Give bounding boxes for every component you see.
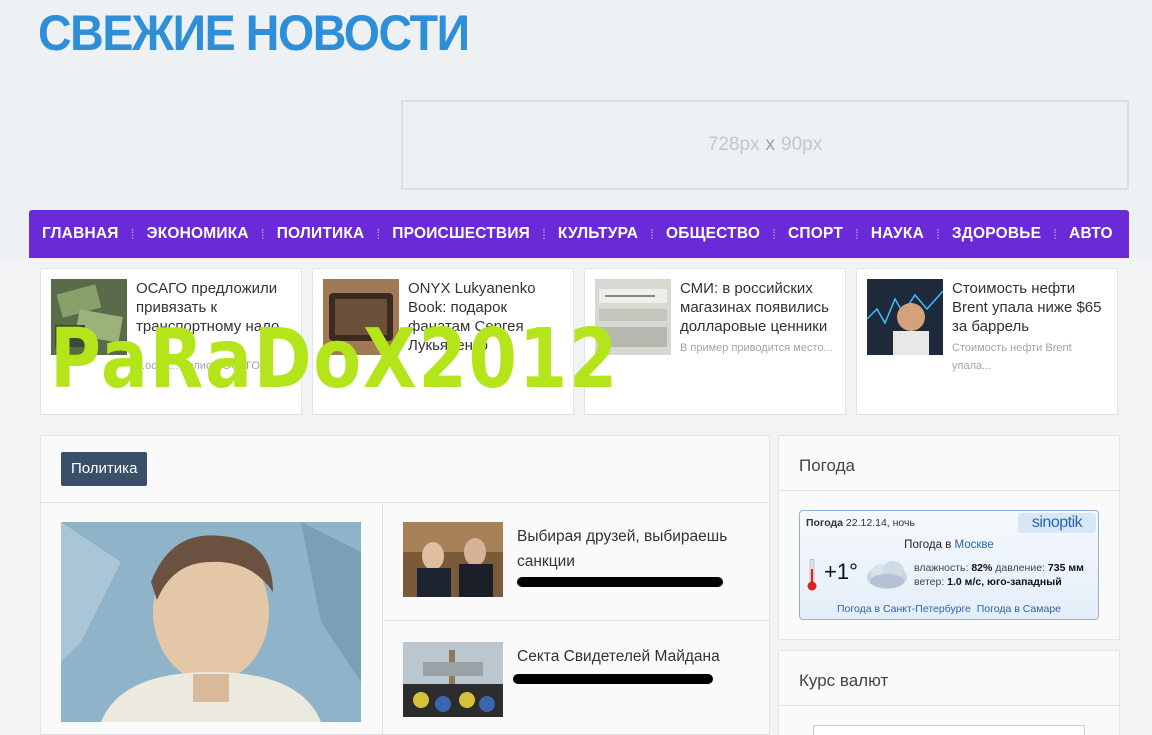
nav-item-health[interactable]: ЗДОРОВЬЕ (952, 225, 1041, 243)
nav-separator: ⁞ (935, 226, 940, 242)
nav-item-auto[interactable]: АВТО (1069, 225, 1113, 243)
pressure-label: давление: (995, 562, 1045, 574)
divider (779, 705, 1119, 706)
weather-temperature: +1° (824, 559, 858, 584)
nav-item-sport[interactable]: СПОРТ (788, 225, 843, 243)
news-thumbnail-price-tags[interactable] (595, 279, 671, 355)
section-tag-politics[interactable]: Политика (61, 452, 148, 486)
news-card[interactable]: СМИ: в российских магазинах появились до… (584, 268, 846, 415)
nav-separator: ⁞ (1053, 226, 1058, 242)
nav-item-politics[interactable]: ПОЛИТИКА (277, 225, 365, 243)
wind-label: ветер: (914, 576, 945, 588)
news-title[interactable]: Стоимость нефти Brent упала ниже $65 за … (952, 279, 1109, 336)
article-title[interactable]: Выбирая друзей, выбираешь санкции (517, 524, 757, 574)
news-card[interactable]: Стоимость нефти Brent упала ниже $65 за … (856, 268, 1118, 415)
nav-item-home[interactable]: ГЛАВНАЯ (42, 225, 119, 243)
politics-section: Политика Выбирая друзей, выбираешь санкц… (40, 435, 771, 735)
weather-date: Погода 22.12.14, ночь (806, 517, 915, 529)
nav-separator: ⁞ (542, 226, 546, 242)
redaction-bar (513, 674, 713, 684)
site-title[interactable]: СВЕЖИЕ НОВОСТИ (38, 4, 470, 62)
nav-item-science[interactable]: НАУКА (871, 225, 924, 243)
humidity-value: 82% (971, 562, 993, 574)
weather-links: Погода в Санкт-Петербурге Погода в Самар… (800, 603, 1098, 615)
cloud-icon (866, 559, 908, 594)
humidity-label: влажность: (914, 562, 969, 574)
nav-item-society[interactable]: ОБЩЕСТВО (666, 225, 760, 243)
nav-item-culture[interactable]: КУЛЬТУРА (558, 225, 638, 243)
news-title[interactable]: СМИ: в российских магазинах появились до… (680, 279, 837, 336)
news-excerpt: Стоимость нефти Brent упала... (952, 342, 1072, 372)
news-thumbnail-money[interactable] (51, 279, 127, 355)
article-thumbnail-maidan[interactable] (403, 642, 503, 717)
divider (779, 490, 1119, 491)
ad-width-text: 728px (707, 134, 760, 155)
wind-value: 1.0 м/с, юго-западный (947, 576, 1062, 588)
divider (382, 620, 771, 621)
featured-article-image[interactable] (61, 522, 361, 722)
redaction-bar (517, 577, 723, 587)
nav-separator: ⁞ (376, 226, 381, 242)
news-thumbnail-trader[interactable] (867, 279, 943, 355)
thermometer-icon (806, 558, 818, 594)
weather-stats: влажность: 82% давление: 735 мм ветер: 1… (914, 561, 1084, 589)
news-title[interactable]: ONYX Lukyanenko Book: подарок фанатам Се… (408, 279, 565, 355)
currency-informer[interactable] (813, 725, 1085, 735)
weather-city-name: Москве (954, 539, 994, 551)
ad-times: x (765, 134, 776, 155)
nav-separator: ⁞ (855, 226, 859, 242)
ad-banner-placeholder: 728px x 90px (401, 100, 1129, 190)
news-card[interactable]: ONYX Lukyanenko Book: подарок фанатам Се… (312, 268, 574, 415)
weather-city-prefix: Погода в (904, 539, 952, 551)
weather-head-label: Погода (806, 517, 843, 529)
nav-separator: ⁞ (772, 226, 776, 242)
news-title[interactable]: ОСАГО предложили привязать к транспортно… (136, 279, 293, 336)
weather-link-samara[interactable]: Погода в Самаре (977, 603, 1061, 615)
article-title[interactable]: Секта Свидетелей Майдана (517, 644, 757, 669)
weather-widget: Погода Погода 22.12.14, ночь sinoptik По… (778, 435, 1120, 640)
currency-widget: Курс валют (778, 650, 1120, 735)
weather-head-date: 22.12.14, ночь (845, 517, 915, 529)
news-thumbnail-ebook[interactable] (323, 279, 399, 355)
nav-item-incidents[interactable]: ПРОИСШЕСТВИЯ (392, 225, 530, 243)
widget-title: Погода (799, 456, 855, 475)
nav-separator: ⁞ (650, 226, 655, 242)
widget-title: Курс валют (799, 671, 889, 690)
pressure-value: 735 мм (1047, 562, 1084, 574)
news-excerpt: В пример приводится место... (680, 342, 833, 354)
nav-item-economy[interactable]: ЭКОНОМИКА (146, 225, 248, 243)
news-excerpt: ...особ... полисы ОСАГО (136, 360, 260, 372)
weather-city[interactable]: Погода в Москве (800, 539, 1098, 551)
weather-link-spb[interactable]: Погода в Санкт-Петербурге (837, 603, 971, 615)
sinoptik-logo[interactable]: sinoptik (1018, 513, 1096, 533)
divider (41, 502, 769, 503)
nav-separator: ⁞ (260, 226, 265, 242)
divider (382, 502, 383, 735)
sinoptik-informer[interactable]: Погода 22.12.14, ночь sinoptik Погода в … (799, 510, 1099, 620)
ad-height-text: 90px (781, 134, 823, 155)
nav-separator: ⁞ (130, 226, 135, 242)
article-thumbnail-leaders[interactable] (403, 522, 503, 597)
main-nav: ГЛАВНАЯ ⁞ ЭКОНОМИКА ⁞ ПОЛИТИКА ⁞ ПРОИСШЕ… (29, 210, 1129, 258)
news-card[interactable]: ОСАГО предложили привязать к транспортно… (40, 268, 302, 415)
